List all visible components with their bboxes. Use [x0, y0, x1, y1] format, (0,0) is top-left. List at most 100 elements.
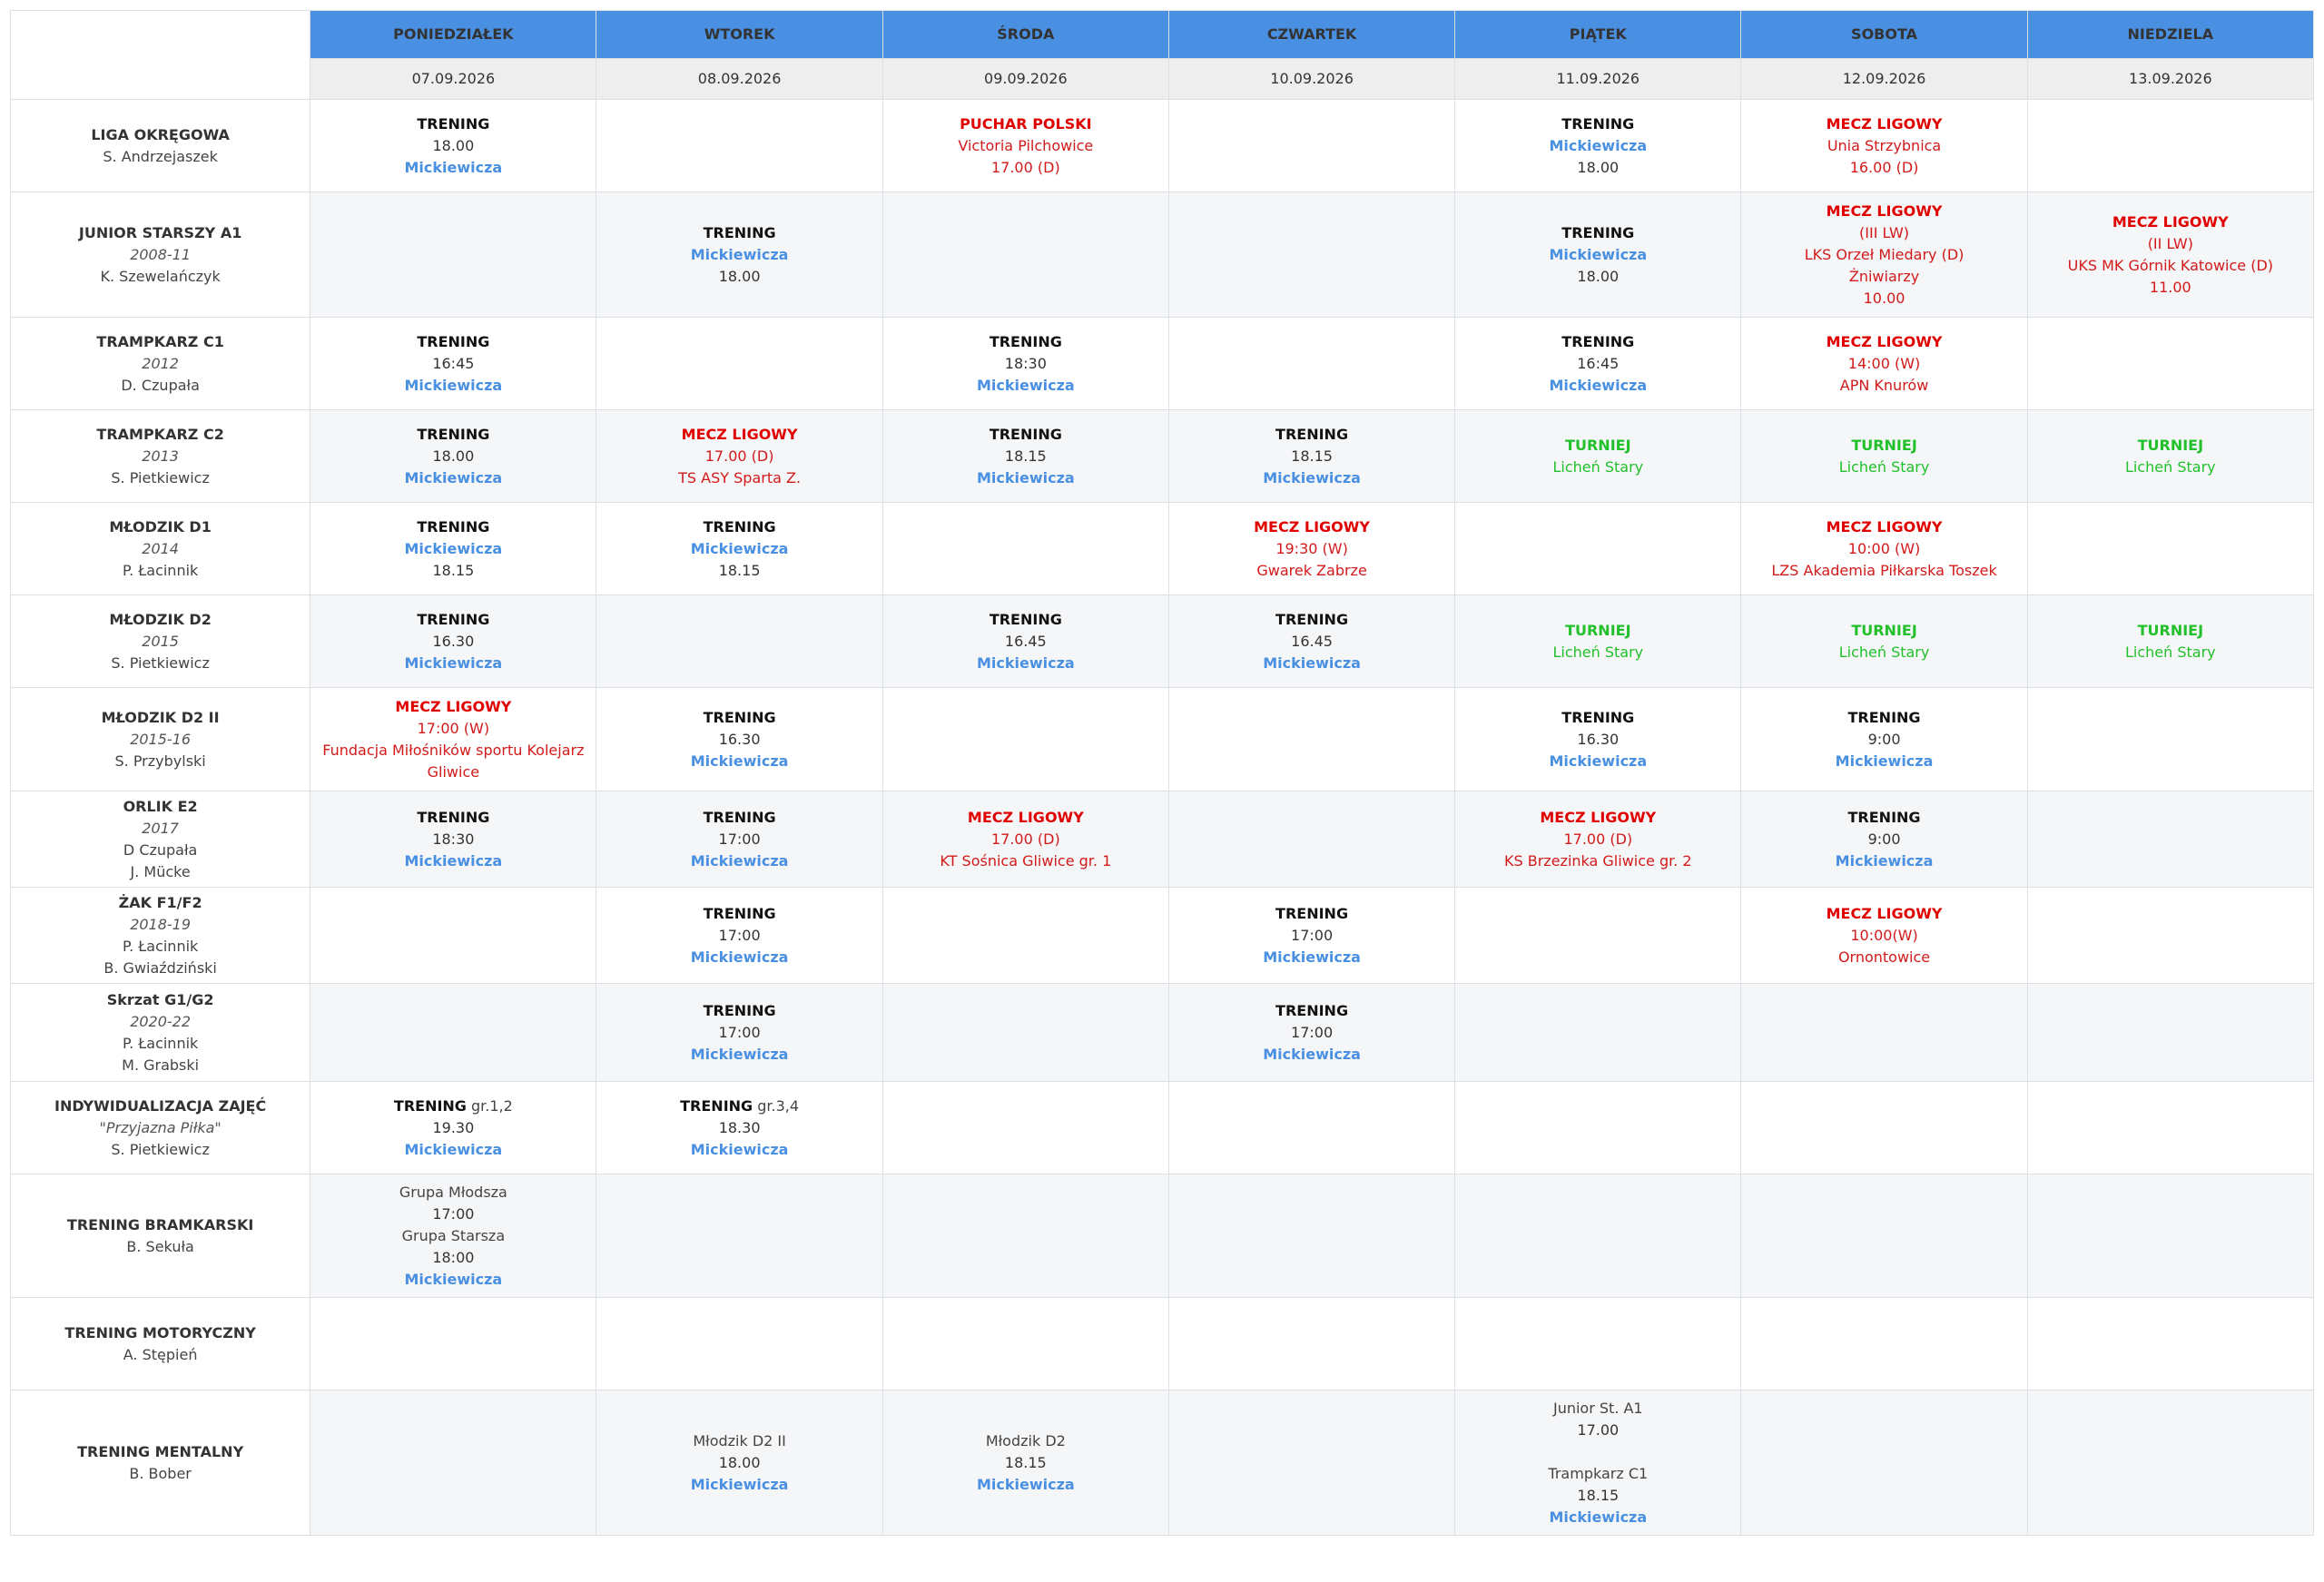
location-link[interactable]: Mickiewicza — [691, 1046, 789, 1063]
location-link[interactable]: Mickiewicza — [977, 654, 1075, 672]
location-link[interactable]: Mickiewicza — [691, 852, 789, 870]
team-coach: D. Czupała — [121, 376, 200, 394]
day-cell — [1167, 1174, 1456, 1298]
match-label: MECZ LIGOWY — [681, 425, 798, 443]
team-coach: K. Szewelańczyk — [100, 267, 221, 285]
location-link[interactable]: Mickiewicza — [1549, 752, 1647, 770]
location-link[interactable]: Mickiewicza — [977, 377, 1075, 394]
match-info: APN Knurów — [1839, 376, 1929, 394]
event-line: KT Sośnica Gliwice gr. 1 — [889, 850, 1163, 872]
tournament-location: Licheń Stary — [2125, 643, 2216, 661]
location-link[interactable]: Mickiewicza — [977, 469, 1075, 486]
event-line: Młodzik D2 II — [602, 1430, 876, 1452]
day-cell — [1740, 1390, 2028, 1536]
training-label: TRENING — [1561, 114, 1635, 133]
day-name-sunday: NIEDZIELA — [2026, 10, 2315, 59]
team-cell: LIGA OKRĘGOWA S. Andrzejaszek — [9, 99, 311, 192]
day-cell — [1167, 192, 1456, 318]
location-link[interactable]: Mickiewicza — [691, 540, 789, 557]
location-link[interactable]: Mickiewicza — [1263, 948, 1361, 966]
location-link[interactable]: Mickiewicza — [405, 159, 503, 176]
match-info: 11.00 — [2149, 278, 2191, 296]
location-link[interactable]: Mickiewicza — [405, 540, 503, 557]
event-line: 14:00 (W) — [1747, 353, 2021, 375]
event-line: TRENING — [602, 516, 876, 538]
event-line: 18.15 — [1461, 1485, 1735, 1507]
event-line: 16.30 — [316, 631, 590, 653]
event-line: Grupa Starsza — [316, 1225, 590, 1247]
day-cell: TRENING Mickiewicza 18.15 — [310, 502, 597, 595]
location-link[interactable]: Mickiewicza — [1263, 469, 1361, 486]
location-link[interactable]: Mickiewicza — [405, 469, 503, 486]
location-link[interactable]: Mickiewicza — [1549, 1508, 1647, 1526]
match-info: 17.00 (D) — [704, 447, 774, 465]
event-line: 10.00 — [1747, 288, 2021, 310]
location-link[interactable]: Mickiewicza — [1836, 752, 1934, 770]
match-label: MECZ LIGOWY — [395, 697, 512, 715]
match-info: Żniwiarzy — [1848, 267, 1920, 285]
match-label: MECZ LIGOWY — [1254, 517, 1371, 536]
location-link[interactable]: Mickiewicza — [691, 1476, 789, 1493]
event-line: Mickiewicza — [1461, 244, 1735, 266]
day-cell: TRENING gr.1,2 19.30 Mickiewicza — [310, 1081, 597, 1174]
event-line: Młodzik D2 — [889, 1430, 1163, 1452]
location-link[interactable]: Mickiewicza — [977, 1476, 1075, 1493]
match-info: 17:00 (W) — [417, 719, 490, 737]
location-link[interactable]: Mickiewicza — [691, 1141, 789, 1158]
event-line: Unia Strzybnica — [1747, 135, 2021, 157]
training-label: TRENING — [703, 708, 776, 726]
location-link[interactable]: Mickiewicza — [1263, 654, 1361, 672]
event-line: TRENING — [889, 331, 1163, 353]
location-link[interactable]: Mickiewicza — [1549, 137, 1647, 154]
event-line: Mickiewicza — [1461, 1507, 1735, 1528]
day-cell: Młodzik D2 II 18.00 Mickiewicza — [596, 1390, 883, 1536]
location-link[interactable]: Mickiewicza — [405, 377, 503, 394]
day-cell — [881, 887, 1169, 984]
training-label: TRENING — [703, 223, 776, 241]
day-cell — [310, 1297, 597, 1390]
location-link[interactable]: Mickiewicza — [1263, 1046, 1361, 1063]
tournament-location: Licheń Stary — [1552, 457, 1644, 476]
match-info: 14:00 (W) — [1847, 354, 1921, 372]
event-line: LKS Orzeł Miedary (D) — [1747, 244, 2021, 266]
location-link[interactable]: Mickiewicza — [405, 852, 503, 870]
event-line: LZS Akademia Piłkarska Toszek — [1747, 560, 2021, 582]
location-link[interactable]: Mickiewicza — [1549, 377, 1647, 394]
day-cell: TRENING 17:00 Mickiewicza — [1167, 983, 1456, 1082]
day-cell: Młodzik D2 18.15 Mickiewicza — [881, 1390, 1169, 1536]
location-link[interactable]: Mickiewicza — [1836, 852, 1934, 870]
header-corner — [9, 10, 311, 100]
location-link[interactable]: Mickiewicza — [405, 654, 503, 672]
training-label: TRENING — [703, 904, 776, 922]
event-line: Fundacja Miłośników sportu Kolejarz Gliw… — [316, 740, 590, 783]
schedule-row: LIGA OKRĘGOWA S. Andrzejaszek TRENING 18.00… — [9, 99, 2315, 192]
event-line: 18.15 — [602, 560, 876, 582]
event-line: Mickiewicza — [1461, 135, 1735, 157]
location-link[interactable]: Mickiewicza — [691, 246, 789, 263]
event-line: TURNIEJ — [2034, 620, 2308, 642]
day-cell: TRENING Mickiewicza 18.15 — [596, 502, 883, 595]
event-line: 16.30 — [1461, 729, 1735, 751]
location-link[interactable]: Mickiewicza — [691, 752, 789, 770]
event-time: 17:00 — [718, 1023, 761, 1041]
team-coach: P. Łacinnik — [122, 1034, 199, 1052]
match-label: MECZ LIGOWY — [1826, 201, 1943, 220]
event-line: Junior St. A1 — [1461, 1398, 1735, 1420]
tournament-label: TURNIEJ — [2137, 436, 2204, 454]
event-time: 18.00 — [718, 267, 761, 285]
location-link[interactable]: Mickiewicza — [691, 948, 789, 966]
event-line: MECZ LIGOWY — [1747, 331, 2021, 353]
training-label: TRENING — [1561, 223, 1635, 241]
location-link[interactable]: Mickiewicza — [405, 1271, 503, 1288]
event-line: 16.30 — [602, 729, 876, 751]
location-link[interactable]: Mickiewicza — [405, 1141, 503, 1158]
day-cell: TRENING 16.45 Mickiewicza — [881, 594, 1169, 688]
team-years: 2013 — [142, 447, 179, 465]
team-coach: S. Przybylski — [114, 752, 206, 770]
event-line: 18.15 — [1175, 446, 1449, 467]
day-cell: MECZ LIGOWY 17.00 (D) KS Brzezinka Gliwice… — [1454, 791, 1742, 888]
location-link[interactable]: Mickiewicza — [1549, 246, 1647, 263]
team-name: MŁODZIK D2 II — [101, 708, 220, 726]
group-label: Junior St. A1 — [1552, 1399, 1643, 1417]
event-line: MECZ LIGOWY — [1747, 113, 2021, 135]
